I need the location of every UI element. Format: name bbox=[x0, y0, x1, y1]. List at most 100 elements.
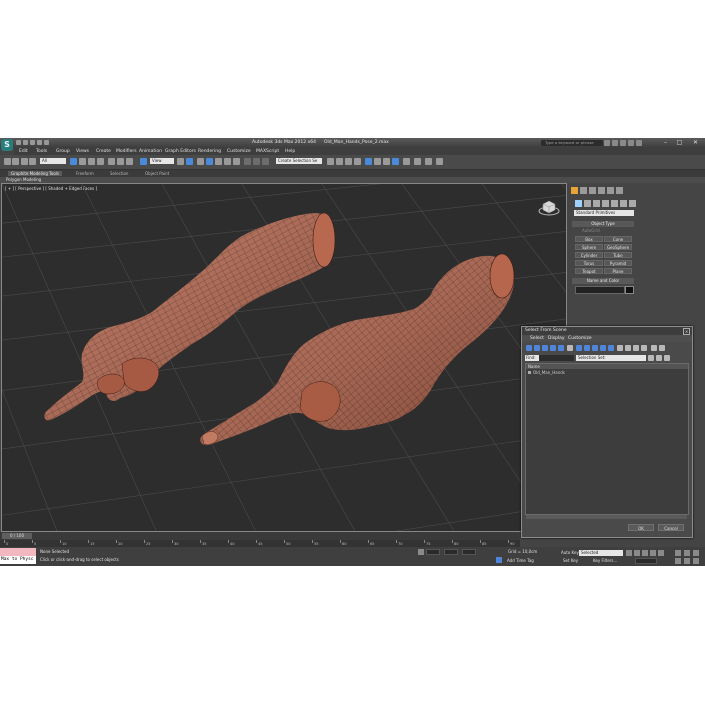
current-frame-field[interactable] bbox=[635, 558, 657, 564]
object-color-swatch[interactable] bbox=[625, 286, 634, 294]
help-icon[interactable] bbox=[636, 140, 642, 146]
link-icon[interactable] bbox=[21, 158, 28, 165]
menu-group[interactable]: Group bbox=[56, 149, 70, 154]
selection-set-remove-icon[interactable] bbox=[664, 355, 670, 361]
tab-graphite-modeling-tools[interactable]: Graphite Modeling Tools bbox=[8, 171, 63, 176]
add-time-tag[interactable]: Add Time Tag bbox=[507, 558, 534, 563]
selection-set-add-icon[interactable] bbox=[656, 355, 662, 361]
rendered-frame-icon[interactable] bbox=[383, 158, 390, 165]
edit-named-selection-icon[interactable] bbox=[244, 158, 251, 165]
selection-set-edit-icon[interactable] bbox=[648, 355, 654, 361]
ref-coord-dropdown[interactable]: View bbox=[150, 158, 174, 164]
display-tab-icon[interactable] bbox=[607, 187, 614, 194]
plane-button[interactable]: Plane bbox=[604, 268, 632, 274]
modify-tab-icon[interactable] bbox=[580, 187, 587, 194]
favorites-icon[interactable] bbox=[628, 140, 634, 146]
geosphere-button[interactable]: GeoSphere bbox=[604, 244, 632, 250]
environment-icon[interactable] bbox=[425, 158, 432, 165]
menu-graph-editors[interactable]: Graph Editors bbox=[165, 149, 196, 154]
menu-animation[interactable]: Animation bbox=[139, 149, 162, 154]
snap-toggle-icon[interactable] bbox=[206, 158, 213, 165]
sync-selection-icon[interactable] bbox=[651, 345, 657, 351]
mirror-icon[interactable] bbox=[253, 158, 260, 165]
tab-selection[interactable]: Selection bbox=[110, 171, 128, 176]
tab-object-paint[interactable]: Object Paint bbox=[145, 171, 169, 176]
selection-filter-dropdown[interactable]: All bbox=[40, 158, 66, 164]
align-icon[interactable] bbox=[262, 158, 269, 165]
select-object-icon[interactable] bbox=[70, 158, 77, 165]
dialog-menu-select[interactable]: Select bbox=[530, 336, 544, 341]
keyboard-shortcut-icon[interactable] bbox=[197, 158, 204, 165]
display-containers-icon[interactable] bbox=[600, 345, 606, 351]
open-icon[interactable] bbox=[23, 140, 28, 145]
app-logo-icon[interactable]: S bbox=[1, 139, 13, 151]
utilities-tab-icon[interactable] bbox=[616, 187, 623, 194]
spinner-snap-icon[interactable] bbox=[233, 158, 240, 165]
geometry-icon[interactable] bbox=[575, 200, 582, 207]
scale-icon[interactable] bbox=[126, 158, 133, 165]
cameras-icon[interactable] bbox=[602, 200, 609, 207]
named-selection-dropdown[interactable]: Create Selection Se bbox=[276, 158, 322, 164]
motion-tab-icon[interactable] bbox=[598, 187, 605, 194]
teapot-button[interactable]: Teapot bbox=[575, 268, 603, 274]
render-production-icon[interactable] bbox=[403, 158, 410, 165]
horizontal-scrollbar[interactable] bbox=[526, 515, 687, 519]
cone-button[interactable]: Cone bbox=[604, 236, 632, 242]
pivot-icon[interactable] bbox=[177, 158, 184, 165]
display-spacewarps-icon[interactable] bbox=[567, 345, 573, 351]
create-tab-icon[interactable] bbox=[571, 187, 578, 194]
goto-end-icon[interactable] bbox=[658, 550, 664, 556]
scene-object-list[interactable]: Name Old_Man_Hands bbox=[525, 363, 689, 515]
display-hidden-icon[interactable] bbox=[617, 345, 623, 351]
orbit-icon[interactable] bbox=[684, 558, 690, 564]
dialog-title-bar[interactable]: Select From Scene ✕ bbox=[522, 327, 692, 335]
ok-button[interactable]: OK bbox=[628, 524, 654, 531]
maxscript-listener-top[interactable] bbox=[0, 548, 36, 556]
spacewarps-icon[interactable] bbox=[620, 200, 627, 207]
selection-set-dropdown[interactable]: Selection Set: bbox=[576, 355, 646, 361]
cylinder-button[interactable]: Cylinder bbox=[575, 252, 603, 258]
minimize-icon[interactable]: – bbox=[660, 139, 671, 147]
undo-icon[interactable] bbox=[37, 140, 42, 145]
maximize-icon[interactable]: □ bbox=[674, 139, 685, 147]
maxscript-mini-listener[interactable]: Max to Physc bbox=[0, 556, 36, 564]
name-and-color-rollout[interactable]: Name and Color bbox=[572, 278, 634, 284]
goto-start-icon[interactable] bbox=[626, 550, 632, 556]
display-frozen-icon[interactable] bbox=[608, 345, 614, 351]
auto-key-button[interactable]: Auto Key bbox=[561, 550, 579, 555]
systems-icon[interactable] bbox=[629, 200, 636, 207]
zoom-all-icon[interactable] bbox=[684, 550, 690, 556]
search-input[interactable]: Type a keyword or phrase bbox=[541, 140, 603, 146]
close-icon[interactable]: ✕ bbox=[690, 139, 701, 147]
select-manipulate-icon[interactable] bbox=[186, 158, 193, 165]
time-slider-thumb[interactable]: 0 / 100 bbox=[2, 533, 32, 539]
track-bar[interactable]: 0 5 10 15 20 25 30 35 40 45 50 55 60 65 70 75 80 85 90 bbox=[0, 540, 520, 547]
object-type-rollout[interactable]: Object Type bbox=[572, 221, 634, 227]
time-slider[interactable]: 0 / 100 bbox=[0, 532, 520, 540]
display-geometry-icon[interactable] bbox=[526, 345, 532, 351]
name-column-header[interactable]: Name bbox=[526, 364, 688, 369]
y-coord-field[interactable] bbox=[444, 549, 458, 555]
schematic-view-icon[interactable] bbox=[354, 158, 361, 165]
object-name-field[interactable] bbox=[575, 286, 625, 294]
display-xrefs-icon[interactable] bbox=[584, 345, 590, 351]
graphite-toggle-icon[interactable] bbox=[336, 158, 343, 165]
redo-icon[interactable] bbox=[44, 140, 49, 145]
region-select-icon[interactable] bbox=[88, 158, 95, 165]
display-shapes-icon[interactable] bbox=[534, 345, 540, 351]
lights-icon[interactable] bbox=[593, 200, 600, 207]
perspective-viewport[interactable]: [ + ] [ Perspective ] [ Shaded + Edged F… bbox=[1, 183, 567, 532]
pyramid-button[interactable]: Pyramid bbox=[604, 260, 632, 266]
activeshade-icon[interactable] bbox=[414, 158, 421, 165]
communication-center-icon[interactable] bbox=[620, 140, 626, 146]
window-crossing-icon[interactable] bbox=[97, 158, 104, 165]
display-cameras-icon[interactable] bbox=[550, 345, 556, 351]
sphere-button[interactable]: Sphere bbox=[575, 244, 603, 250]
dialog-menu-customize[interactable]: Customize bbox=[568, 336, 592, 341]
autogrid-checkbox[interactable]: AutoGrid bbox=[582, 228, 600, 233]
menu-maxscript[interactable]: MAXScript bbox=[256, 149, 279, 154]
maximize-viewport-icon[interactable] bbox=[693, 558, 699, 564]
x-coord-field[interactable] bbox=[426, 549, 440, 555]
display-bones-icon[interactable] bbox=[592, 345, 598, 351]
zoom-extents-icon[interactable] bbox=[693, 550, 699, 556]
